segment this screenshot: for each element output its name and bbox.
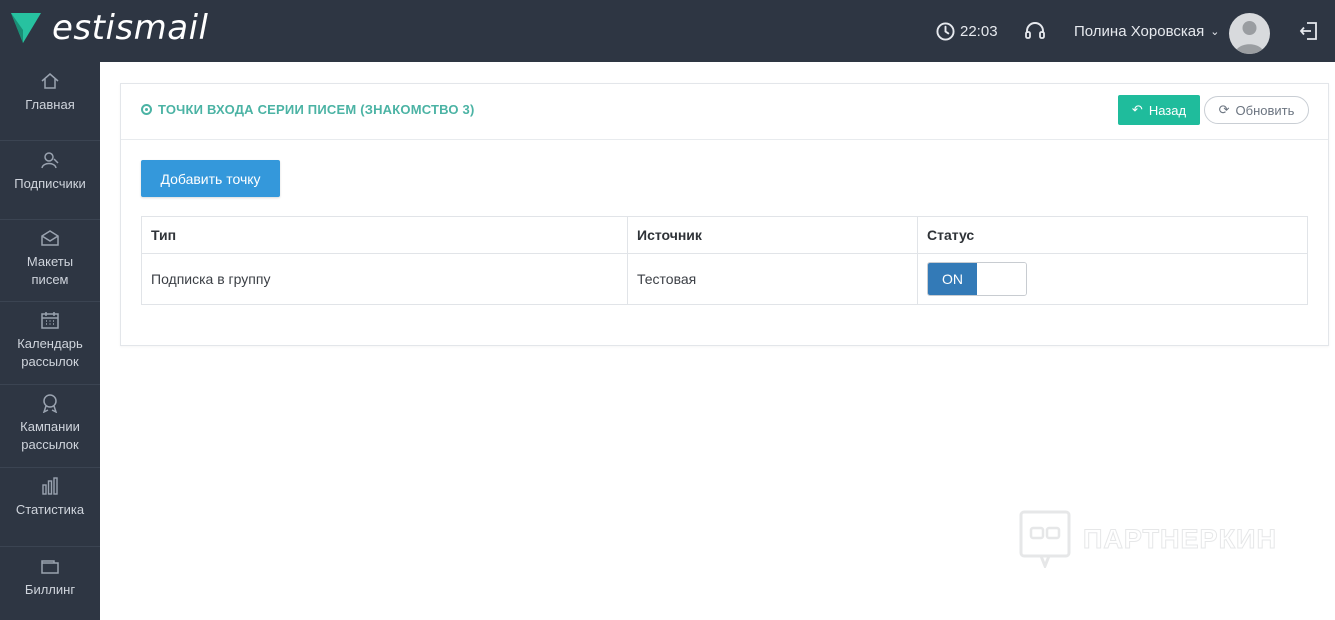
- target-icon: [141, 104, 152, 115]
- entry-points-panel: ТОЧКИ ВХОДА СЕРИИ ПИСЕМ (ЗНАКОМСТВО 3) ↶…: [120, 83, 1329, 346]
- headset-icon: [1025, 22, 1045, 39]
- add-point-button[interactable]: Добавить точку: [141, 160, 280, 197]
- logo-text: estismail: [52, 8, 209, 48]
- sidebar-item-label: Макеты писем: [26, 254, 74, 287]
- sidebar-item-label: Подписчики: [14, 176, 86, 191]
- column-header-status: Статус: [917, 216, 1308, 254]
- entry-points-table: Тип Источник Статус Подписка в группу Те…: [141, 216, 1308, 305]
- column-header-type: Тип: [141, 216, 628, 254]
- column-header-source: Источник: [627, 216, 918, 254]
- logo[interactable]: estismail: [10, 8, 208, 48]
- support-button[interactable]: [1024, 0, 1046, 62]
- clock-icon: [936, 21, 955, 41]
- watermark: ПАРТНЕРКИН: [1019, 510, 1277, 568]
- logo-mark-icon: [11, 13, 41, 43]
- refresh-button-label: Обновить: [1235, 102, 1295, 118]
- logout-button[interactable]: [1298, 0, 1320, 62]
- sidebar-item-home[interactable]: Главная: [0, 62, 100, 141]
- panel-title: ТОЧКИ ВХОДА СЕРИИ ПИСЕМ (ЗНАКОМСТВО 3): [141, 102, 474, 117]
- sidebar-item-templates[interactable]: Макеты писем: [0, 220, 100, 302]
- wallet-icon: [40, 555, 60, 577]
- subscribers-icon: [40, 149, 60, 171]
- status-toggle-off-area: [977, 263, 1026, 295]
- clock: 22:03: [936, 0, 998, 62]
- status-toggle-on-label: ON: [928, 263, 977, 295]
- user-name: Полина Хоровская: [1074, 22, 1205, 40]
- sidebar-item-billing[interactable]: Биллинг: [0, 547, 100, 620]
- panel-header: ТОЧКИ ВХОДА СЕРИИ ПИСЕМ (ЗНАКОМСТВО 3) ↶…: [121, 84, 1328, 140]
- award-icon: [40, 392, 60, 414]
- sidebar-item-label: Статистика: [15, 502, 85, 517]
- home-icon: [40, 70, 60, 92]
- chevron-down-icon: ⌄: [1210, 25, 1220, 38]
- refresh-icon: ⟳: [1218, 102, 1230, 117]
- reply-arrow-icon: ↶: [1131, 102, 1143, 117]
- sidebar-item-calendar[interactable]: Календарь рассылок: [0, 302, 100, 385]
- table-row: Подписка в группу Тестовая ON: [141, 253, 1308, 305]
- calendar-icon: [40, 309, 60, 331]
- panel-title-text: ТОЧКИ ВХОДА СЕРИИ ПИСЕМ (ЗНАКОМСТВО 3): [158, 102, 475, 117]
- clock-time: 22:03: [960, 22, 998, 40]
- avatar-placeholder-icon: [1235, 21, 1264, 54]
- avatar[interactable]: [1229, 13, 1270, 54]
- back-button-label: Назад: [1148, 102, 1187, 118]
- top-bar: estismail 22:03 Полина Хоровская ⌄: [0, 0, 1335, 62]
- sidebar-item-subscribers[interactable]: Подписчики: [0, 141, 100, 220]
- bar-chart-icon: [40, 475, 60, 497]
- sidebar-item-label: Биллинг: [24, 582, 76, 597]
- cell-status: ON: [917, 253, 1308, 305]
- sidebar-item-statistics[interactable]: Статистика: [0, 468, 100, 547]
- envelope-icon: [40, 227, 60, 249]
- sidebar-item-campaigns[interactable]: Кампании рассылок: [0, 385, 100, 468]
- watermark-logo-icon: [1019, 510, 1071, 568]
- cell-source: Тестовая: [627, 253, 918, 305]
- cell-type: Подписка в группу: [141, 253, 628, 305]
- sidebar: Главная Подписчики Макеты писем Календар…: [0, 62, 100, 620]
- table-header-row: Тип Источник Статус: [141, 216, 1308, 254]
- watermark-text: ПАРТНЕРКИН: [1083, 523, 1277, 554]
- sidebar-item-label: Календарь рассылок: [17, 336, 83, 369]
- sidebar-item-label: Главная: [25, 97, 75, 112]
- add-point-button-label: Добавить точку: [160, 170, 261, 187]
- status-toggle[interactable]: ON: [927, 262, 1027, 296]
- back-button[interactable]: ↶ Назад: [1118, 95, 1200, 125]
- logout-icon: [1299, 22, 1317, 40]
- user-menu[interactable]: Полина Хоровская ⌄: [1074, 0, 1219, 62]
- refresh-button[interactable]: ⟳ Обновить: [1204, 96, 1309, 124]
- sidebar-item-label: Кампании рассылок: [20, 419, 80, 452]
